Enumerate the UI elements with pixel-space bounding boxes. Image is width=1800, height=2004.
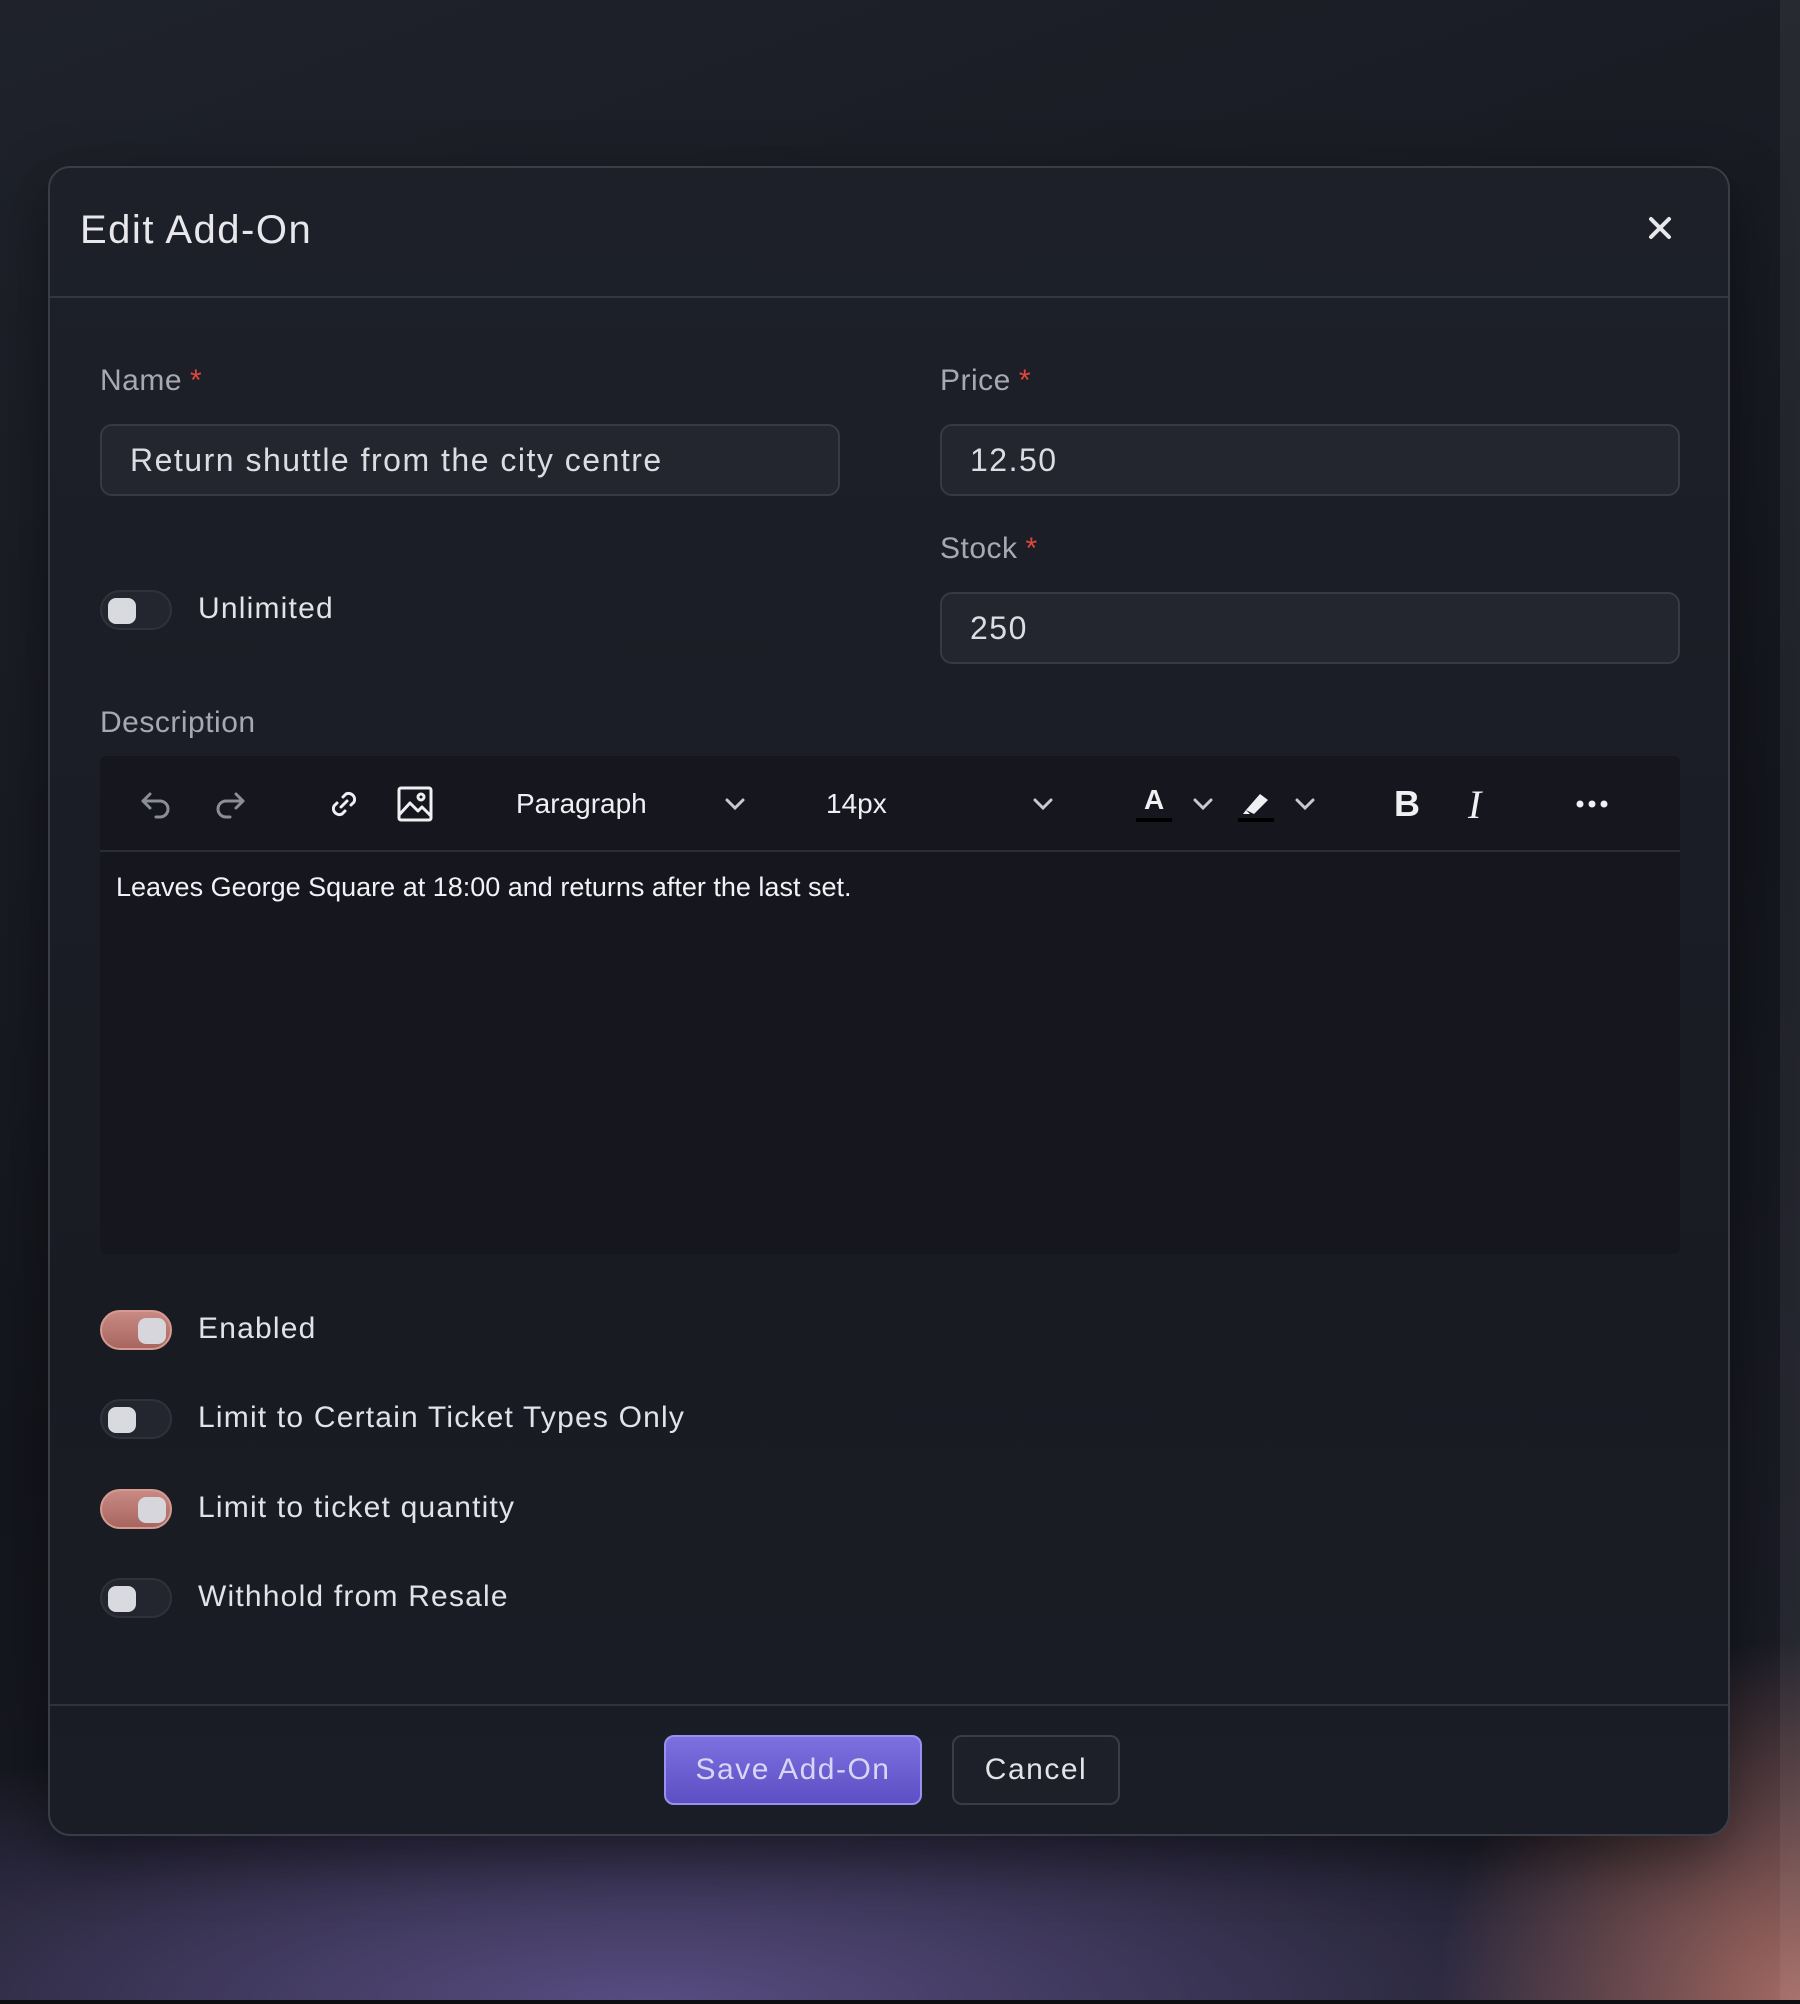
insert-image-button[interactable] xyxy=(396,786,434,822)
rich-text-editor: Paragraph 14px A B I Leaves George Squar… xyxy=(100,756,1680,1254)
block-format-value: Paragraph xyxy=(516,788,647,819)
more-options-button[interactable] xyxy=(1574,786,1610,822)
price-label-text: Price xyxy=(940,364,1011,397)
window-edge xyxy=(1780,0,1800,2004)
highlight-icon xyxy=(1238,794,1274,822)
stock-label-text: Stock xyxy=(940,532,1018,565)
modal-title: Edit Add-On xyxy=(80,208,313,252)
price-required-mark: * xyxy=(1018,364,1032,397)
editor-toolbar: Paragraph 14px A B I xyxy=(100,756,1680,852)
name-input[interactable] xyxy=(100,424,840,496)
edit-addon-modal: Edit Add-On Name* Price* Unlimited Stock… xyxy=(48,166,1730,1836)
name-required-mark: * xyxy=(190,364,203,397)
editor-content[interactable]: Leaves George Square at 18:00 and return… xyxy=(116,872,851,903)
block-format-select[interactable]: Paragraph xyxy=(516,786,756,822)
limit-ticket-types-toggle[interactable] xyxy=(100,1399,172,1439)
insert-link-button[interactable] xyxy=(326,786,362,822)
toggle-knob xyxy=(108,1586,136,1612)
window-bottom-edge xyxy=(0,2000,1800,2004)
stock-label: Stock * xyxy=(940,532,1038,566)
cancel-button[interactable]: Cancel xyxy=(952,1735,1120,1805)
name-label-text: Name xyxy=(100,364,183,397)
chevron-down-icon xyxy=(1033,798,1053,811)
font-size-value: 14px xyxy=(826,788,887,819)
stock-required-mark: * xyxy=(1025,532,1038,565)
redo-icon xyxy=(216,792,245,819)
name-label: Name * xyxy=(100,364,202,398)
limit-ticket-types-label: Limit to Certain Ticket Types Only xyxy=(198,1401,686,1434)
undo-button[interactable] xyxy=(138,786,174,822)
stock-input[interactable] xyxy=(940,592,1680,664)
link-icon xyxy=(331,791,357,817)
unlimited-toggle[interactable] xyxy=(100,590,172,630)
toggle-knob xyxy=(138,1497,166,1523)
more-icon xyxy=(1576,800,1608,808)
toggle-knob xyxy=(108,598,136,624)
highlight-color-button[interactable] xyxy=(1238,786,1274,822)
modal-footer-divider xyxy=(50,1704,1728,1706)
withhold-resale-label: Withhold from Resale xyxy=(198,1580,509,1613)
text-color-icon: A xyxy=(1136,784,1172,822)
limit-ticket-quantity-label: Limit to ticket quantity xyxy=(198,1491,516,1524)
italic-icon: I xyxy=(1468,781,1482,827)
chevron-down-icon xyxy=(1295,798,1315,811)
text-color-dropdown[interactable] xyxy=(1190,786,1216,822)
chevron-down-icon xyxy=(1193,798,1213,811)
toggle-knob xyxy=(108,1407,136,1433)
enabled-label: Enabled xyxy=(198,1312,317,1345)
enabled-toggle[interactable] xyxy=(100,1310,172,1350)
italic-button[interactable]: I xyxy=(1468,782,1481,827)
bold-icon: B xyxy=(1394,783,1420,824)
close-button[interactable] xyxy=(1642,210,1678,246)
image-icon xyxy=(397,786,433,822)
description-label: Description xyxy=(100,706,256,739)
text-color-button[interactable]: A xyxy=(1136,784,1172,822)
bold-button[interactable]: B xyxy=(1394,783,1420,824)
limit-ticket-quantity-toggle[interactable] xyxy=(100,1489,172,1529)
withhold-resale-toggle[interactable] xyxy=(100,1578,172,1618)
close-icon xyxy=(1649,217,1671,239)
font-size-select[interactable]: 14px xyxy=(826,786,1066,822)
redo-button[interactable] xyxy=(212,786,248,822)
toggle-knob xyxy=(138,1318,166,1344)
unlimited-label: Unlimited xyxy=(198,592,334,625)
undo-icon xyxy=(141,792,170,819)
save-addon-button[interactable]: Save Add-On xyxy=(664,1735,922,1805)
modal-header: Edit Add-On xyxy=(50,168,1728,298)
price-label: Price * xyxy=(940,364,1031,398)
price-input[interactable] xyxy=(940,424,1680,496)
highlight-color-dropdown[interactable] xyxy=(1292,786,1318,822)
text-color-letter: A xyxy=(1144,784,1165,815)
chevron-down-icon xyxy=(725,798,745,811)
